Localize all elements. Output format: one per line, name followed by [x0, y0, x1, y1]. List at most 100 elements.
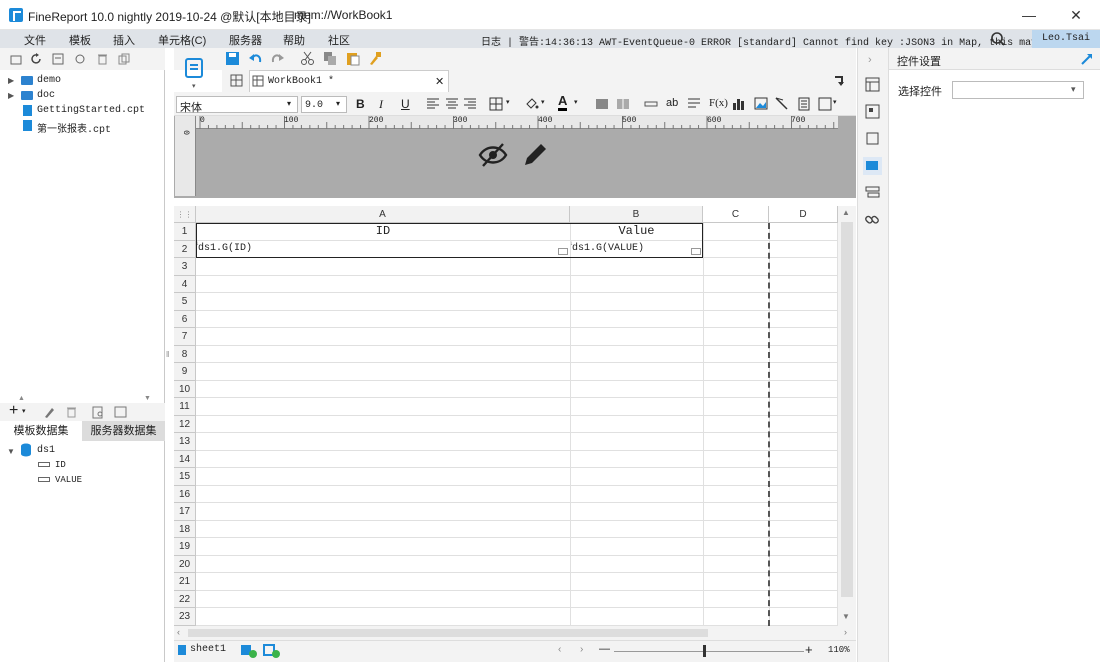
cell-a1[interactable]: ID — [196, 224, 570, 238]
row-header[interactable]: 17 — [174, 503, 196, 521]
column-header-b[interactable]: B — [570, 206, 703, 223]
tree-item-first-report[interactable]: 第一张报表.cpt — [37, 120, 111, 136]
new-folder-icon[interactable] — [10, 53, 23, 66]
row-header[interactable]: 5 — [174, 293, 196, 311]
merge-cells-icon[interactable] — [595, 97, 609, 111]
slash-icon[interactable] — [775, 97, 789, 111]
column-header-d[interactable]: D — [769, 206, 838, 223]
formula-button[interactable]: F(x) — [709, 97, 728, 109]
menu-insert[interactable]: 插入 — [113, 32, 135, 48]
align-center-icon[interactable] — [445, 97, 459, 111]
bold-button[interactable]: B — [356, 97, 365, 111]
cut-icon[interactable] — [300, 51, 315, 66]
settings-icon[interactable] — [74, 53, 87, 66]
chart-icon[interactable] — [732, 96, 746, 111]
cell-b2[interactable]: ds1.G(VALUE) — [572, 243, 644, 254]
collapse-down-icon[interactable]: ▼ — [144, 395, 151, 402]
align-left-icon[interactable] — [426, 97, 440, 111]
row-header[interactable]: 8 — [174, 345, 196, 363]
zoom-slider-track[interactable] — [614, 651, 804, 652]
insert-ab-button[interactable]: ab — [666, 97, 678, 109]
undo-icon[interactable] — [248, 51, 263, 66]
sheet-tab[interactable]: sheet1 — [190, 644, 226, 655]
align-right-icon[interactable] — [463, 97, 477, 111]
refresh-icon[interactable] — [30, 53, 43, 66]
row-header[interactable]: 23 — [174, 608, 196, 626]
redo-icon[interactable] — [270, 51, 285, 66]
widget-settings-tab[interactable] — [863, 157, 882, 175]
menu-template[interactable]: 模板 — [69, 32, 91, 48]
vertical-scrollbar[interactable]: ▲ ▼ — [838, 206, 856, 626]
menu-file[interactable]: 文件 — [24, 32, 46, 48]
hide-icon[interactable] — [478, 141, 508, 169]
cell-a2[interactable]: ds1.G(ID) — [198, 243, 252, 254]
select-all-corner[interactable]: ⋮⋮ — [174, 206, 196, 223]
collapse-ds1-icon[interactable]: ▼ — [7, 447, 15, 456]
tab-template-datasets[interactable]: 模板数据集 — [0, 421, 82, 441]
row-header[interactable]: 22 — [174, 590, 196, 608]
cell-style-icon[interactable] — [865, 131, 880, 146]
splitter-handle[interactable]: ‖ — [166, 350, 169, 359]
tree-item-gettingstarted[interactable]: GettingStarted.cpt — [37, 105, 145, 116]
save-icon[interactable] — [225, 51, 240, 66]
row-header[interactable]: 19 — [174, 538, 196, 556]
column-header-a[interactable]: A — [196, 206, 570, 223]
search-icon[interactable] — [988, 30, 1008, 48]
row-header[interactable]: 16 — [174, 485, 196, 503]
row-header[interactable]: 2 — [174, 240, 196, 258]
spreadsheet-grid[interactable]: ⋮⋮ A B C D 1 2 3 4 5 6 7 8 9 10 11 12 13 14 15 16 17 18 19… — [174, 206, 838, 626]
scroll-left-icon[interactable]: ‹ — [177, 627, 180, 637]
chevron-down-icon[interactable]: ▾ — [541, 98, 545, 106]
chevron-down-icon[interactable]: ▾ — [574, 98, 578, 106]
row-header[interactable]: 18 — [174, 520, 196, 538]
row-header[interactable]: 6 — [174, 310, 196, 328]
column-header-c[interactable]: C — [703, 206, 769, 223]
user-badge[interactable]: Leo.Tsai — [1032, 30, 1100, 48]
font-color-button[interactable]: A — [558, 94, 568, 111]
cell-element-icon[interactable] — [865, 104, 880, 119]
prev-sheet-icon[interactable]: ‹ — [558, 644, 561, 655]
horizontal-scrollbar[interactable]: ‹ › — [174, 626, 856, 640]
row-header[interactable]: 11 — [174, 398, 196, 416]
new-report-icon[interactable] — [230, 74, 243, 87]
font-size-select[interactable]: 9.0 ▾ — [301, 96, 347, 113]
row-header[interactable]: 3 — [174, 258, 196, 276]
zoom-level[interactable]: 110% — [828, 645, 850, 655]
unmerge-cells-icon[interactable] — [616, 97, 630, 111]
row-header[interactable]: 13 — [174, 433, 196, 451]
collapse-right-icon[interactable]: › — [868, 54, 872, 66]
row-header[interactable]: 12 — [174, 415, 196, 433]
underline-button[interactable]: U — [401, 97, 410, 111]
condition-attributes-icon[interactable] — [865, 185, 880, 200]
preview-icon[interactable] — [92, 406, 105, 419]
row-header[interactable]: 20 — [174, 555, 196, 573]
delete-icon[interactable] — [96, 53, 109, 66]
zoom-slider-handle[interactable] — [703, 645, 706, 657]
subreport-icon[interactable] — [797, 97, 811, 111]
tree-item-demo[interactable]: demo — [37, 75, 61, 86]
zoom-out-button[interactable]: — — [599, 643, 610, 655]
tab-workbook1[interactable]: WorkBook1 * ✕ — [249, 70, 449, 92]
format-painter-icon[interactable] — [367, 51, 382, 66]
add-poly-sheet-icon[interactable] — [263, 644, 281, 658]
menu-help[interactable]: 帮助 — [283, 32, 305, 48]
italic-button[interactable]: I — [379, 97, 383, 112]
pencil-icon[interactable] — [522, 141, 548, 169]
insert-object-icon[interactable] — [818, 97, 832, 111]
font-select[interactable]: 宋体 ▾ — [176, 96, 298, 114]
log-line[interactable]: 日志 | 警告:14:36:13 AWT-EventQueue-0 ERROR … — [481, 33, 1073, 49]
pin-icon[interactable] — [1081, 53, 1093, 65]
zoom-in-button[interactable]: + — [805, 642, 813, 657]
row-header[interactable]: 7 — [174, 328, 196, 346]
add-dataset-icon[interactable]: + — [9, 402, 18, 420]
image-icon[interactable] — [754, 97, 768, 111]
delete-icon[interactable] — [65, 406, 78, 419]
field-id[interactable]: ID — [55, 460, 66, 470]
tree-item-doc[interactable]: doc — [37, 90, 55, 101]
row-header[interactable]: 15 — [174, 468, 196, 486]
copy-icon[interactable] — [118, 53, 131, 66]
chevron-down-icon[interactable]: ▾ — [192, 82, 196, 90]
paste-icon[interactable] — [345, 51, 360, 66]
hyperlink-icon[interactable] — [865, 212, 880, 227]
menu-server[interactable]: 服务器 — [229, 32, 262, 48]
